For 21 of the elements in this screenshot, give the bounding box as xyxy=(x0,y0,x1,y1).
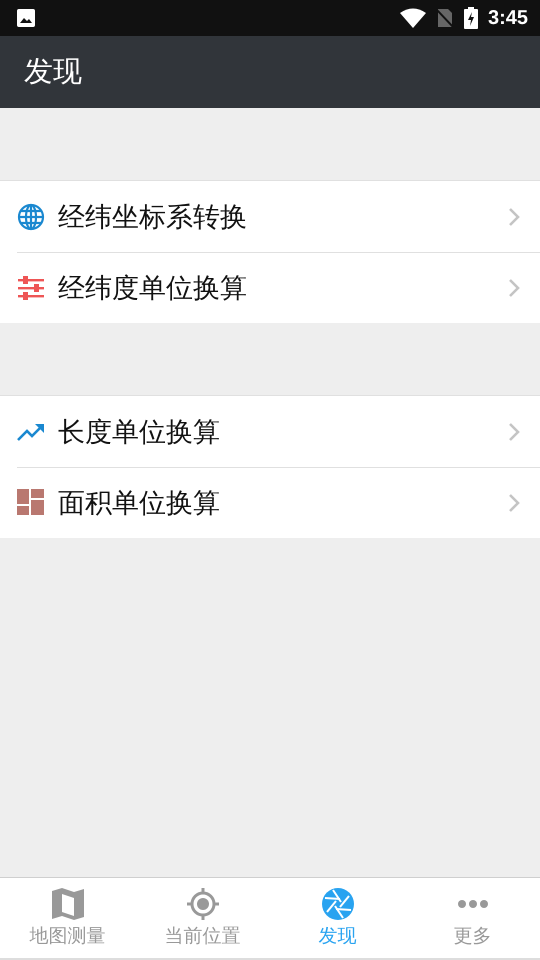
aperture-icon xyxy=(320,887,354,921)
sliders-icon xyxy=(17,274,45,302)
list-item[interactable]: 经纬度单位换算 xyxy=(0,252,540,323)
globe-icon xyxy=(17,202,45,230)
target-icon xyxy=(186,887,220,921)
tiles-icon xyxy=(17,488,45,516)
wifi-icon xyxy=(400,8,426,28)
list-item[interactable]: 经纬坐标系转换 xyxy=(0,181,540,252)
chevron-icon xyxy=(508,422,520,442)
more-icon xyxy=(458,900,488,908)
status-time: 3:45 xyxy=(488,6,528,30)
chevron-icon xyxy=(508,206,520,226)
no-sim-icon xyxy=(436,8,454,28)
image-icon xyxy=(16,8,36,28)
list-item[interactable]: 面积单位换算 xyxy=(0,467,540,538)
chevron-icon xyxy=(508,278,520,298)
page-title: 发现 xyxy=(24,53,82,90)
map-icon xyxy=(50,887,84,921)
list-item[interactable]: 长度单位换算 xyxy=(0,396,540,467)
chevron-icon xyxy=(508,492,520,512)
battery-icon xyxy=(464,7,478,29)
